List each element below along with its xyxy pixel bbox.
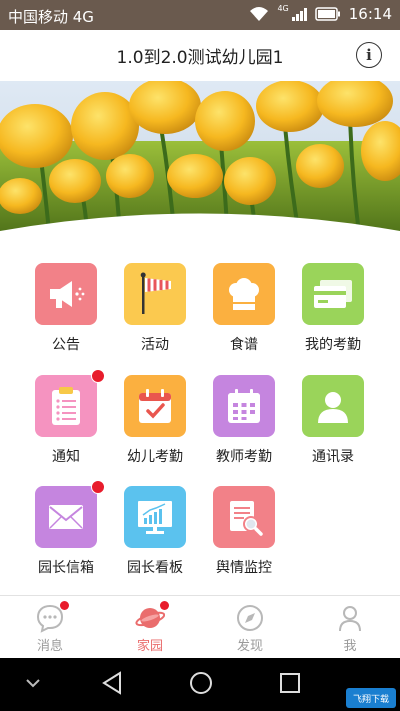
tab-messages-label: 消息: [36, 639, 63, 654]
grid-item-notice[interactable]: 通知: [22, 369, 110, 466]
battery-icon: [315, 7, 340, 21]
mailbox-badge: [91, 480, 105, 494]
notice-badge: [91, 369, 105, 383]
card-icon: [314, 280, 352, 308]
grid-label-teacher-attendance: 教师考勤: [216, 449, 272, 465]
tile-announcement[interactable]: [35, 263, 97, 325]
recents-icon[interactable]: [278, 670, 302, 696]
calendar-check-icon: [139, 389, 171, 423]
tile-activity[interactable]: [124, 263, 186, 325]
info-button[interactable]: i: [356, 42, 382, 68]
grid-item-my-attendance[interactable]: 我的考勤: [289, 263, 377, 354]
grid-label-principal-board: 园长看板: [127, 560, 183, 576]
bottom-tab-bar: 消息 家园 发现 我: [0, 595, 400, 659]
status-bar: 中国移动 4G 4G 16:14: [0, 0, 400, 30]
signal-icon: [291, 8, 307, 21]
grid-item-teacher-attendance[interactable]: 教师考勤: [200, 375, 288, 466]
grid-label-my-attendance: 我的考勤: [305, 337, 361, 353]
grid-label-principal-mailbox: 园长信箱: [38, 560, 94, 576]
tab-me-label: 我: [343, 639, 357, 654]
tab-discover-label: 发现: [236, 639, 263, 654]
wifi-icon: [250, 7, 269, 21]
feature-grid: 公告 活动 食谱 我的考勤 通知 幼儿考勤 教师考勤 通讯录 园长信箱 园长看板…: [0, 241, 400, 595]
grid-label-notice: 通知: [52, 449, 80, 465]
tab-home-icon-wrap: [135, 601, 169, 633]
tile-principal-board[interactable]: [124, 486, 186, 548]
tab-home[interactable]: 家园: [100, 596, 200, 659]
info-circle-icon: i: [366, 46, 372, 64]
tile-notice[interactable]: [35, 369, 105, 437]
clock: 16:14: [348, 5, 392, 23]
grid-item-public-opinion[interactable]: 舆情监控: [200, 486, 288, 577]
grid-label-public-opinion: 舆情监控: [216, 560, 272, 576]
tab-messages[interactable]: 消息: [0, 596, 100, 659]
messages-dot: [60, 601, 69, 610]
calendar-grid-icon: [228, 389, 260, 423]
tulip-photo: [0, 81, 400, 241]
banner-image: [0, 81, 400, 241]
grid-item-principal-mailbox[interactable]: 园长信箱: [22, 480, 110, 577]
tile-teacher-attendance[interactable]: [213, 375, 275, 437]
tile-principal-mailbox[interactable]: [35, 480, 105, 548]
chef-hat-icon: [229, 278, 259, 310]
network-type-label: 4G: [277, 4, 289, 13]
home-dot: [160, 601, 169, 610]
tab-me-icon-wrap: [335, 603, 365, 633]
tab-discover[interactable]: 发现: [200, 596, 300, 659]
tab-home-label: 家园: [136, 639, 163, 654]
board-chart-icon: [138, 501, 172, 534]
megaphone-icon: [50, 281, 85, 308]
grid-label-recipe: 食谱: [230, 337, 258, 353]
status-indicators: 4G 16:14: [249, 5, 392, 23]
page-title: 1.0到2.0测试幼儿园1: [116, 48, 284, 68]
document-search-icon: [230, 501, 263, 536]
clipboard-icon: [52, 387, 80, 425]
grid-label-activity: 活动: [141, 337, 169, 353]
tile-my-attendance[interactable]: [302, 263, 364, 325]
grid-label-child-attendance: 幼儿考勤: [127, 449, 183, 465]
tile-recipe[interactable]: [213, 263, 275, 325]
grid-item-contacts[interactable]: 通讯录: [289, 375, 377, 466]
title-bar: 1.0到2.0测试幼儿园1 i: [0, 30, 400, 82]
grid-item-principal-board[interactable]: 园长看板: [111, 486, 199, 577]
tile-child-attendance[interactable]: [124, 375, 186, 437]
mail-icon: [49, 505, 83, 529]
watermark-logo: 飞翔下载: [346, 688, 396, 708]
contact-icon: [318, 392, 348, 423]
tile-public-opinion[interactable]: [213, 486, 275, 548]
tab-discover-icon-wrap: [235, 603, 265, 633]
grid-label-announcement: 公告: [52, 337, 80, 353]
chevron-down-icon[interactable]: [24, 676, 42, 690]
carrier-label: 中国移动 4G: [8, 8, 94, 26]
person-icon: [339, 606, 361, 632]
tab-me[interactable]: 我: [300, 596, 400, 659]
compass-icon: [237, 605, 263, 631]
system-nav-bar: 飞翔下载: [0, 658, 400, 711]
grid-item-announcement[interactable]: 公告: [22, 263, 110, 354]
grid-item-activity[interactable]: 活动: [111, 263, 199, 354]
tile-contacts[interactable]: [302, 375, 364, 437]
grid-item-child-attendance[interactable]: 幼儿考勤: [111, 375, 199, 466]
flag-icon: [140, 272, 171, 314]
back-icon[interactable]: [100, 670, 124, 696]
tab-messages-icon-wrap: [35, 601, 69, 633]
grid-label-contacts: 通讯录: [312, 449, 354, 465]
grid-item-recipe[interactable]: 食谱: [200, 263, 288, 354]
home-circle-icon[interactable]: [188, 670, 214, 696]
